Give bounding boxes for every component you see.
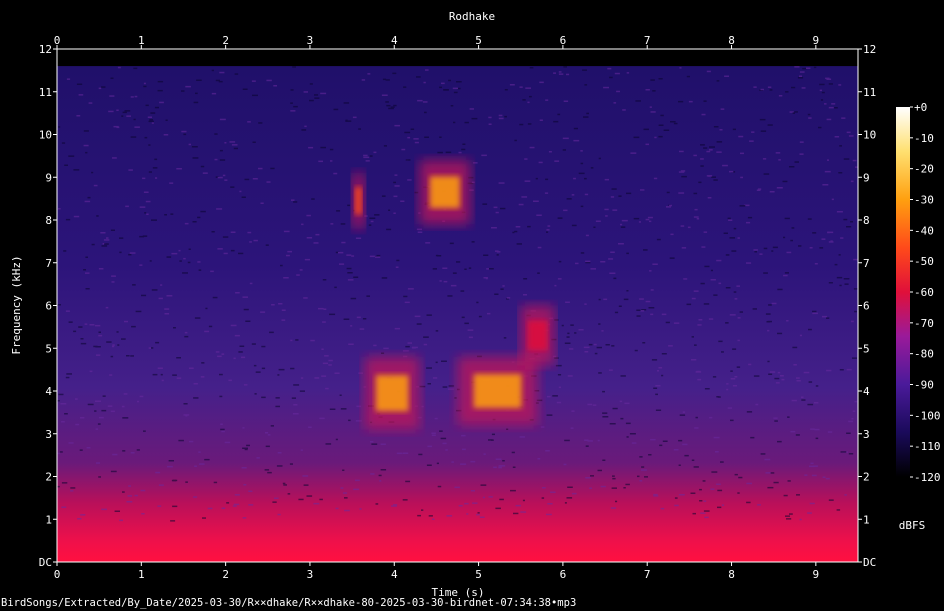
colorbar-tick-label: -80 [914,348,934,361]
colorbar-tick-label: -120 [914,471,941,484]
colorbar-tick-label: -100 [914,409,941,422]
colorbar-tick-label: -50 [914,255,934,268]
y-tick-label: 9 [45,171,52,184]
chart-title: Rodhake [449,10,495,23]
y-tick-label-right: 9 [863,171,870,184]
y-tick-label-right: 8 [863,214,870,227]
y-tick-label-right: 1 [863,513,870,526]
call-2 [419,160,471,225]
call-4 [457,356,538,426]
x-tick-label-top: 7 [644,34,651,47]
y-tick-label-right: 12 [863,43,876,56]
call-5 [520,305,555,366]
colorbar-tick-label: -40 [914,224,934,237]
x-tick-label-top: 0 [54,34,61,47]
colorbar-tick-label: -10 [914,132,934,145]
x-tick-label: 0 [54,568,61,581]
x-tick-label: 7 [644,568,651,581]
spectrogram-plot [57,49,858,562]
y-tick-label-right: 7 [863,257,870,270]
x-tick-label-top: 9 [813,34,820,47]
x-tick-label-top: 5 [475,34,482,47]
x-tick-label: 6 [560,568,567,581]
colorbar-label: dBFS [899,519,926,532]
y-tick-label-right: 5 [863,342,870,355]
x-tick-label: 5 [475,568,482,581]
colorbar-tick-label: -20 [914,163,934,176]
colorbar-tick-label: -70 [914,317,934,330]
y-tick-label: 6 [45,300,52,313]
x-tick-label: 8 [728,568,735,581]
y-tick-label-right: 4 [863,385,870,398]
y-tick-label: 2 [45,471,52,484]
y-tick-label: 11 [39,86,52,99]
x-tick-label-top: 6 [560,34,567,47]
colorbar-tick-label: -110 [914,440,941,453]
file-path-footer: BirdSongs/Extracted/By_Date/2025-03-30/R… [1,597,577,609]
x-tick-label: 2 [222,568,229,581]
colorbar: +0 -10 -20 -30 -40 -50 -60 -70 -80 -90 -100 -110 -12… [896,101,941,484]
call-3 [364,356,420,430]
y-tick-label-right: 10 [863,129,876,142]
x-tick-label-top: 4 [391,34,398,47]
colorbar-tick-label: -30 [914,194,934,207]
spectrogram-chart: 00112233445566778899DC DC1 12 23 34 45 56 67 78 8… [10,10,941,599]
y-tick-label: 8 [45,214,52,227]
x-tick-label: 9 [813,568,820,581]
y-tick-label-right: 11 [863,86,876,99]
y-tick-label-right: DC [863,556,876,569]
x-tick-label: 4 [391,568,398,581]
colorbar-gradient [896,107,910,477]
x-tick-label-top: 3 [307,34,314,47]
y-tick-label-right: 3 [863,428,870,441]
y-tick-label-right: 2 [863,471,870,484]
y-tick-label: 1 [45,513,52,526]
y-tick-label: 3 [45,428,52,441]
y-tick-label: 7 [45,257,52,270]
colorbar-tick-label: -60 [914,286,934,299]
x-tick-label: 3 [307,568,314,581]
x-tick-label-top: 1 [138,34,145,47]
y-axis-label: Frequency (kHz) [10,255,23,354]
x-tick-label: 1 [138,568,145,581]
y-tick-label: DC [39,556,52,569]
y-tick-label: 5 [45,342,52,355]
call-1 [352,172,365,229]
y-tick-label: 10 [39,129,52,142]
colorbar-tick-label: +0 [914,101,927,114]
y-tick-label: 12 [39,43,52,56]
x-tick-label-top: 8 [728,34,735,47]
colorbar-tick-label: -90 [914,379,934,392]
y-tick-label-right: 6 [863,300,870,313]
y-tick-label: 4 [45,385,52,398]
x-tick-label-top: 2 [222,34,229,47]
